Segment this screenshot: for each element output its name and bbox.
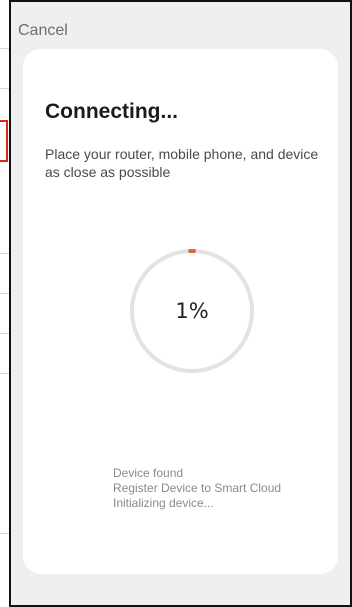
status-steps: Device found Register Device to Smart Cl… xyxy=(113,466,281,511)
status-step: Register Device to Smart Cloud xyxy=(113,481,282,495)
progress-percent: 1% xyxy=(175,299,209,323)
background-page xyxy=(0,0,9,607)
divider xyxy=(0,253,9,254)
instruction-text: Place your router, mobile phone, and dev… xyxy=(45,146,319,180)
connecting-card: Connecting... Place your router, mobile … xyxy=(23,49,338,574)
divider xyxy=(0,333,9,334)
status-step: Device found xyxy=(113,466,184,480)
page-title: Connecting... xyxy=(45,100,178,123)
divider xyxy=(0,88,9,89)
cancel-button[interactable]: Cancel xyxy=(18,22,68,40)
highlight-marker xyxy=(0,120,8,162)
divider xyxy=(0,293,9,294)
divider xyxy=(0,373,9,374)
divider xyxy=(0,48,9,49)
divider xyxy=(0,533,9,534)
connecting-screen: Cancel Connecting... Place your router, … xyxy=(9,0,352,607)
status-step: Initializing device... xyxy=(113,496,214,510)
